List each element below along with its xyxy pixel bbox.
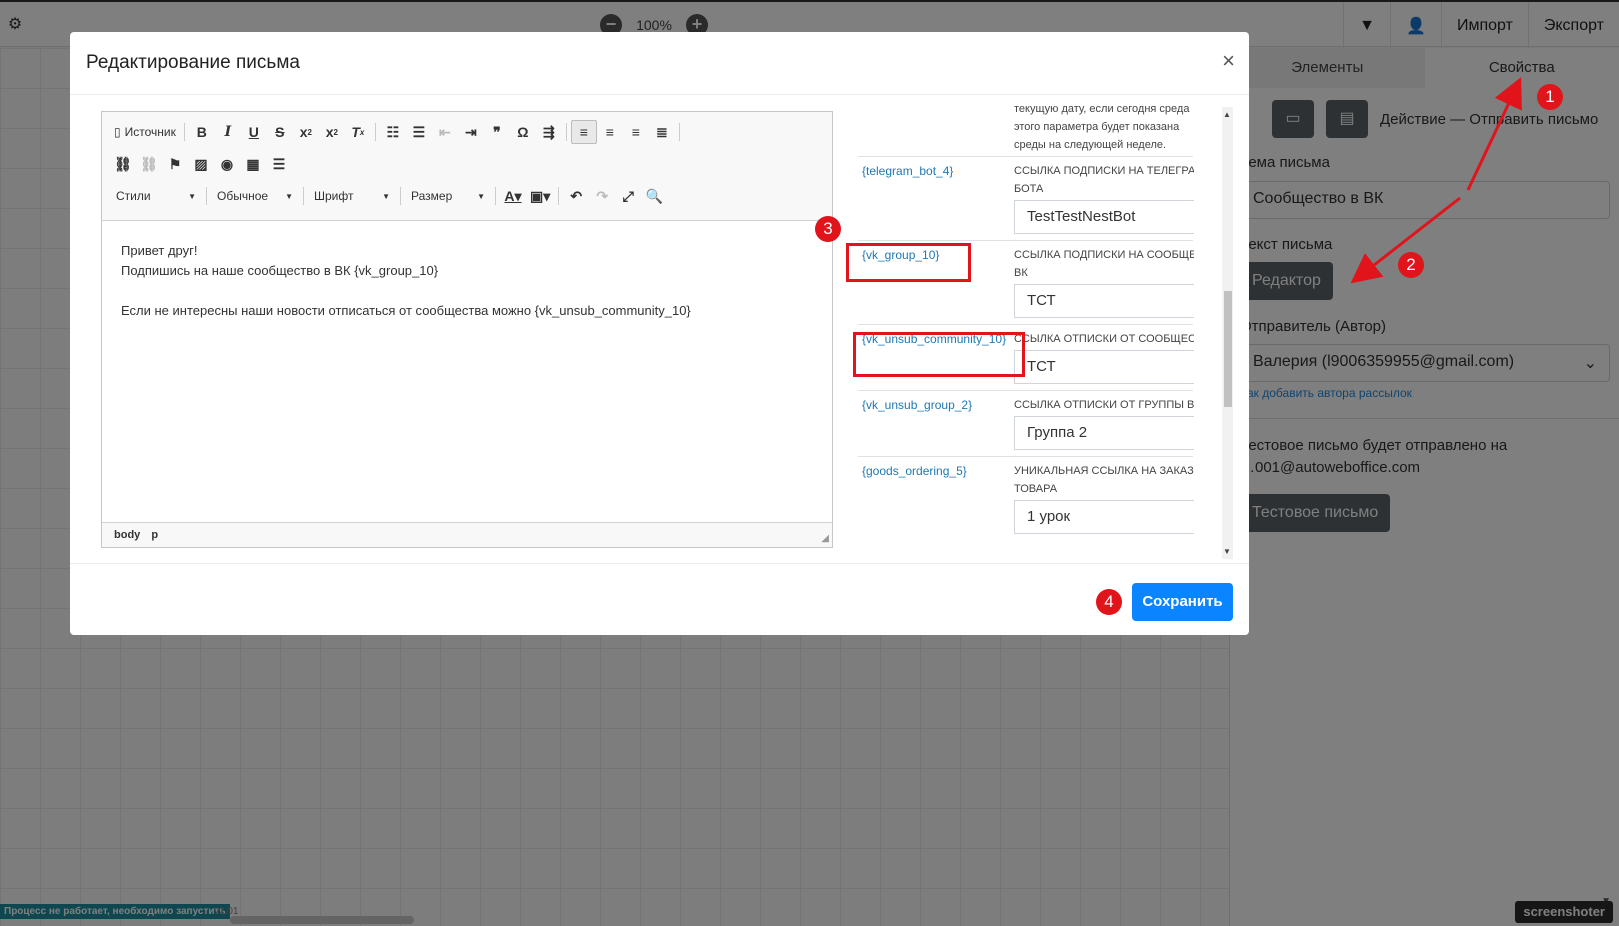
marker-4: 4 [1096, 589, 1122, 615]
arrow-to-properties [1466, 77, 1522, 191]
marker-1: 1 [1537, 84, 1563, 110]
annotation-arrows [1350, 77, 1522, 284]
marker-2: 2 [1398, 252, 1424, 278]
marker-3: 3 [815, 216, 841, 242]
